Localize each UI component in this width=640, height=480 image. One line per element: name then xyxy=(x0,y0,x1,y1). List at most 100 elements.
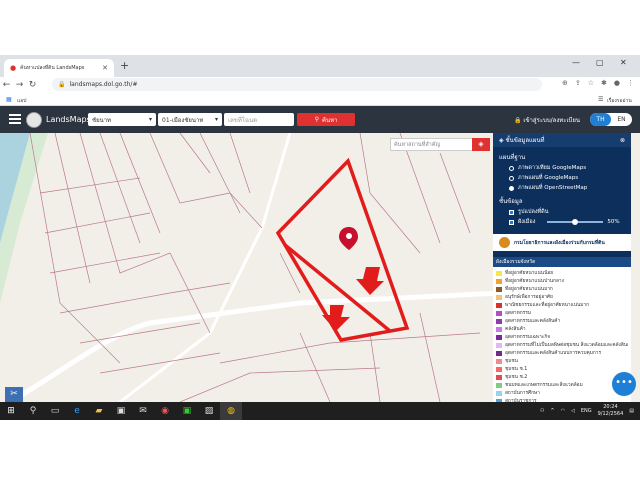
lang-th[interactable]: TH xyxy=(590,113,611,126)
wifi-icon[interactable]: ◠ xyxy=(561,408,565,414)
basemap-option-osm[interactable]: ภาพแผนที่ OpenStreetMap xyxy=(499,184,625,192)
legend-item: ชุมชน xyxy=(496,357,628,365)
chevron-down-icon: ▾ xyxy=(148,116,152,123)
photos-icon[interactable]: ▨ xyxy=(198,402,220,420)
volume-icon[interactable]: ◁ xyxy=(571,408,575,414)
legend-swatch xyxy=(496,294,502,300)
landsmaps-logo xyxy=(26,112,42,128)
minimize-icon[interactable]: — xyxy=(572,58,580,67)
lang-en[interactable]: EN xyxy=(611,113,632,126)
panel-header: ◈ ชั้นข้อมูลแผนที่ ⊗ xyxy=(493,133,631,147)
layer-parcel-checkbox[interactable]: รูปแปลงที่ดิน xyxy=(499,208,625,216)
bookmark-apps[interactable]: แอป xyxy=(17,97,26,105)
location-pin-icon[interactable] xyxy=(339,227,358,250)
edge-icon[interactable]: e xyxy=(66,402,88,420)
legend-label: ชนบทและเกษตรกรรมและสิ่งแวดล้อม xyxy=(505,383,583,388)
line-icon[interactable]: ▣ xyxy=(176,402,198,420)
close-circle-icon[interactable]: ⊗ xyxy=(620,137,625,144)
legend-label: ที่อยู่อาศัยหนาแน่นปานกลาง xyxy=(505,279,564,284)
mail-icon[interactable]: ✉ xyxy=(132,402,154,420)
location-pin-icon: ● xyxy=(10,64,17,72)
chevron-down-icon: ▾ xyxy=(214,116,218,123)
slider-thumb[interactable] xyxy=(572,219,579,225)
place-search-placeholder: ค้นหาสถานที่สำคัญ xyxy=(394,141,441,148)
browser-tab[interactable]: ● ค้นหาแปลงที่ดิน LandsMaps ✕ xyxy=(4,59,114,77)
layers-icon: ◈ xyxy=(499,137,504,144)
windows-taskbar: ⊞ ⚲ ▭ e ▰ ▣ ✉ ◉ ▣ ▨ ◍ ⚇ ^ ◠ ◁ ENG 20:24 … xyxy=(0,402,640,420)
legend-label: ชุมชน ช.1 xyxy=(505,367,528,372)
star-icon[interactable]: ☆ xyxy=(588,79,594,87)
legend-swatch xyxy=(496,366,502,372)
legend-item: ที่อยู่อาศัยหนาแน่นน้อย xyxy=(496,269,628,277)
bookmark-reading-list[interactable]: เรื่องรออ่าน xyxy=(607,97,632,105)
brand-name: LandsMaps xyxy=(46,115,91,124)
hamburger-menu-icon[interactable] xyxy=(9,114,21,124)
reload-icon[interactable]: ↻ xyxy=(26,80,39,90)
legend-swatch xyxy=(496,278,502,284)
extension-icon[interactable]: ⊕ xyxy=(562,79,568,87)
lock-icon: 🔒 xyxy=(58,81,66,88)
legend-swatch xyxy=(496,350,502,356)
layer-label: รูปแปลงที่ดิน xyxy=(518,209,549,215)
bookmarks-bar: ▦ แอป ☰ เรื่องรออ่าน xyxy=(0,93,640,106)
layers-icon[interactable]: ◈ xyxy=(472,138,490,151)
legend-swatch xyxy=(496,270,502,276)
legend-label: ชุมชน xyxy=(505,359,518,364)
clock-date: 9/12/2564 xyxy=(597,411,624,417)
legend-heading: ผังเมืองรวมจังหวัด xyxy=(493,257,631,267)
search-button[interactable]: ⚲ ค้นหา xyxy=(297,113,355,126)
department-seal-icon xyxy=(499,237,510,248)
layer-zoning-checkbox[interactable]: ผังเมือง 50% xyxy=(499,218,625,226)
back-icon[interactable]: ← xyxy=(0,80,13,90)
profile-icon[interactable]: ● xyxy=(614,79,620,87)
apps-grid-icon[interactable]: ▦ xyxy=(6,96,12,103)
language-toggle[interactable]: TH EN xyxy=(590,113,632,126)
legend-item: สถาบันการศึกษา xyxy=(496,389,628,397)
task-view-icon[interactable]: ▭ xyxy=(44,402,66,420)
zoning-banner: กรมโยธาธิการและผังเมืองร่วมกับกรมที่ดิน xyxy=(493,234,631,251)
legend-label: ชุมชน ช.2 xyxy=(505,375,528,380)
province-select[interactable]: ชัยนาท ▾ xyxy=(88,113,156,126)
input-language[interactable]: ENG xyxy=(581,408,592,414)
new-tab-icon[interactable]: + xyxy=(120,59,129,72)
more-options-button[interactable]: ••• xyxy=(612,372,636,396)
close-icon[interactable]: ✕ xyxy=(102,64,108,72)
parcel-number-input[interactable]: เลขที่โฉนด xyxy=(224,113,294,126)
legend-swatch xyxy=(496,286,502,292)
tools-icon[interactable]: ✂ xyxy=(5,387,23,402)
forward-icon[interactable]: → xyxy=(13,80,26,90)
basemap-label: ภาพดาวเทียม GoogleMaps xyxy=(518,165,587,171)
search-icon[interactable]: ⚲ xyxy=(22,402,44,420)
store-icon[interactable]: ▣ xyxy=(110,402,132,420)
share-icon[interactable]: ⇪ xyxy=(575,79,581,87)
layers-heading: ชั้นข้อมูล xyxy=(499,198,523,205)
windows-start-icon[interactable]: ⊞ xyxy=(0,402,22,420)
legend-item: อุตสาหกรรมและคลังสินค้าแบบการควบคุมการ xyxy=(496,349,628,357)
legend-label: อุตสาหกรรม xyxy=(505,311,531,316)
banner-text: กรมโยธาธิการและผังเมืองร่วมกับกรมที่ดิน xyxy=(514,239,605,246)
menu-icon[interactable]: ⋮ xyxy=(627,79,634,87)
legend-item: อุตสาหกรรมเฉพาะกิจ xyxy=(496,333,628,341)
chrome-icon[interactable]: ◍ xyxy=(220,402,242,420)
window-close-icon[interactable]: ✕ xyxy=(620,58,627,67)
reading-list-icon[interactable]: ☰ xyxy=(598,96,603,103)
folder-icon[interactable]: ▰ xyxy=(88,402,110,420)
district-select[interactable]: 01-เมืองชัยนาท ▾ xyxy=(158,113,222,126)
basemap-option-satellite[interactable]: ภาพดาวเทียม GoogleMaps xyxy=(499,164,625,172)
basemap-option-googlemaps[interactable]: ภาพแผนที่ GoogleMaps xyxy=(499,174,625,182)
road xyxy=(119,133,292,402)
app-icon[interactable]: ◉ xyxy=(154,402,176,420)
system-tray: ⚇ ^ ◠ ◁ ENG 20:24 9/12/2564 ▤ xyxy=(540,404,634,418)
clock[interactable]: 20:24 9/12/2564 xyxy=(598,404,624,418)
url-input[interactable]: 🔒 landsmaps.dol.go.th/# xyxy=(52,78,542,91)
person-icon[interactable]: ⚇ xyxy=(540,408,544,414)
puzzle-icon[interactable]: ✱ xyxy=(601,79,607,87)
opacity-slider[interactable] xyxy=(547,219,604,225)
maximize-icon[interactable]: ▢ xyxy=(596,58,604,67)
legend-item: ที่อยู่อาศัยหนาแน่นปานกลาง xyxy=(496,277,628,285)
annotation-outline xyxy=(275,157,410,342)
login-link[interactable]: 🔒 เข้าสู่ระบบ/ลงทะเบียน xyxy=(514,115,580,125)
notification-icon[interactable]: ▤ xyxy=(629,408,634,414)
chevron-up-icon[interactable]: ^ xyxy=(550,408,554,414)
parcel-boundaries xyxy=(29,133,481,402)
